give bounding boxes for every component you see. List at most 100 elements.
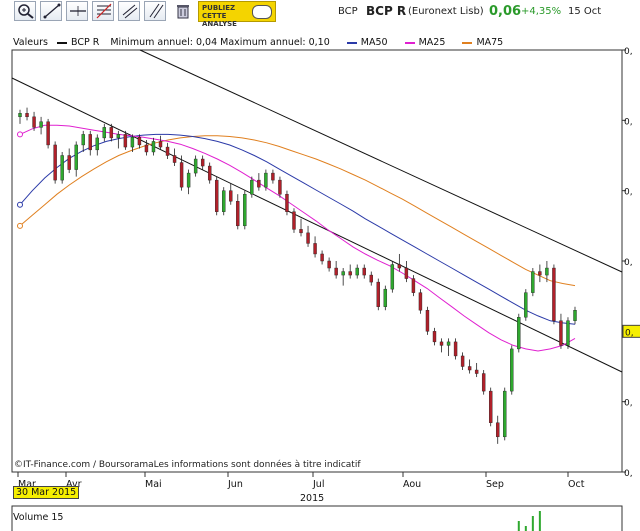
candle-body	[397, 264, 402, 269]
candle-body	[236, 201, 240, 227]
volume-bar	[524, 526, 527, 531]
candle-body	[137, 137, 142, 146]
year-label: 2015	[300, 493, 325, 504]
candle-body	[243, 193, 247, 227]
candle-body	[74, 144, 78, 170]
candle-body	[327, 260, 331, 269]
candle-body	[299, 229, 303, 234]
candle-body	[432, 331, 437, 343]
candle-body	[306, 232, 310, 244]
candle-body	[488, 390, 493, 423]
ma75-line-start-marker	[17, 222, 23, 229]
candle-body	[362, 267, 366, 276]
candle-body	[222, 190, 226, 212]
volume-bar	[538, 511, 541, 531]
candle-body	[538, 271, 542, 276]
candle-body	[552, 267, 556, 321]
candle-body	[250, 179, 254, 195]
x-tick-label: Oct	[568, 479, 585, 490]
candle-body	[278, 179, 282, 195]
candle-body	[193, 158, 198, 174]
candle-body	[109, 127, 114, 139]
y-tick-label: 0,	[624, 469, 633, 479]
y-tick-label: 0,	[624, 117, 633, 127]
candle-body	[383, 288, 388, 307]
candle-body	[257, 179, 261, 188]
candle-body	[573, 310, 577, 321]
x-tick-label: Mai	[145, 479, 162, 490]
data-credit: ©IT-Finance.com / BoursoramaLes informat…	[14, 460, 361, 470]
candle-body	[439, 341, 444, 346]
candle-body	[215, 179, 219, 212]
candle-body	[88, 134, 92, 151]
plot-area	[11, 49, 623, 473]
volume-bar	[531, 516, 534, 531]
candle-body	[411, 278, 416, 293]
candle-body	[510, 348, 514, 392]
volume-panel	[11, 505, 623, 531]
candle-body	[264, 172, 268, 188]
candle-body	[334, 267, 338, 276]
candle-body	[474, 369, 479, 374]
last-price-label: 0,	[625, 328, 634, 338]
y-tick-label: 0,	[624, 47, 633, 57]
ma50-line-start-marker	[17, 201, 23, 208]
x-tick-label: Jul	[312, 479, 324, 490]
candle-body	[503, 390, 507, 438]
candle-body	[32, 116, 36, 128]
price-chart[interactable]: 0,0,0,0,0,0,0,0,MarAvrMaiJunJulAouSepOct	[0, 0, 640, 531]
candle-body	[481, 373, 486, 392]
x-tick-label: Sep	[486, 479, 504, 490]
ma25-line-start-marker	[17, 131, 23, 138]
candle-body	[25, 113, 29, 118]
candle-body	[18, 113, 22, 118]
candle-body	[144, 144, 149, 153]
candle-body	[53, 144, 57, 181]
candle-body	[531, 271, 535, 293]
candle-body	[172, 155, 177, 163]
candle-body	[200, 158, 205, 167]
candle-body	[102, 127, 107, 139]
candle-body	[453, 341, 458, 357]
candle-body	[390, 264, 395, 290]
candle-body	[341, 271, 345, 276]
candle-body	[39, 121, 43, 128]
candle-body	[116, 134, 121, 139]
candle-body	[418, 292, 423, 311]
candle-body	[355, 267, 359, 276]
candle-body	[229, 190, 233, 202]
candle-body	[151, 141, 156, 153]
candle-body	[517, 317, 521, 350]
candle-body	[313, 243, 317, 255]
candle-body	[123, 134, 128, 148]
candle-body	[271, 172, 275, 181]
candle-body	[285, 193, 289, 212]
candle-body	[404, 267, 409, 279]
candle-body	[348, 271, 352, 276]
candle-body	[130, 137, 135, 148]
volume-label: Volume 15	[13, 512, 64, 523]
candle-body	[46, 121, 50, 146]
y-tick-label: 0,	[624, 188, 633, 198]
candle-body	[460, 355, 465, 367]
candle-body	[467, 366, 472, 371]
candle-body	[369, 274, 373, 283]
candle-body	[179, 162, 184, 188]
x-tick-label: Jun	[227, 479, 243, 490]
candle-body	[186, 172, 191, 188]
candle-body	[376, 281, 380, 307]
candle-body	[559, 320, 563, 346]
candle-body	[60, 155, 64, 181]
candle-body	[320, 253, 324, 262]
candle-body	[566, 320, 570, 346]
candle-body	[95, 137, 99, 151]
candle-body	[425, 310, 430, 332]
candle-body	[446, 341, 451, 346]
candle-body	[496, 422, 500, 438]
candle-body	[81, 134, 85, 146]
candle-body	[158, 141, 163, 148]
volume-bar	[517, 521, 520, 531]
y-tick-label: 0,	[624, 258, 633, 268]
candle-body	[545, 267, 549, 276]
cursor-date-badge: 30 Mar 2015	[13, 486, 80, 499]
